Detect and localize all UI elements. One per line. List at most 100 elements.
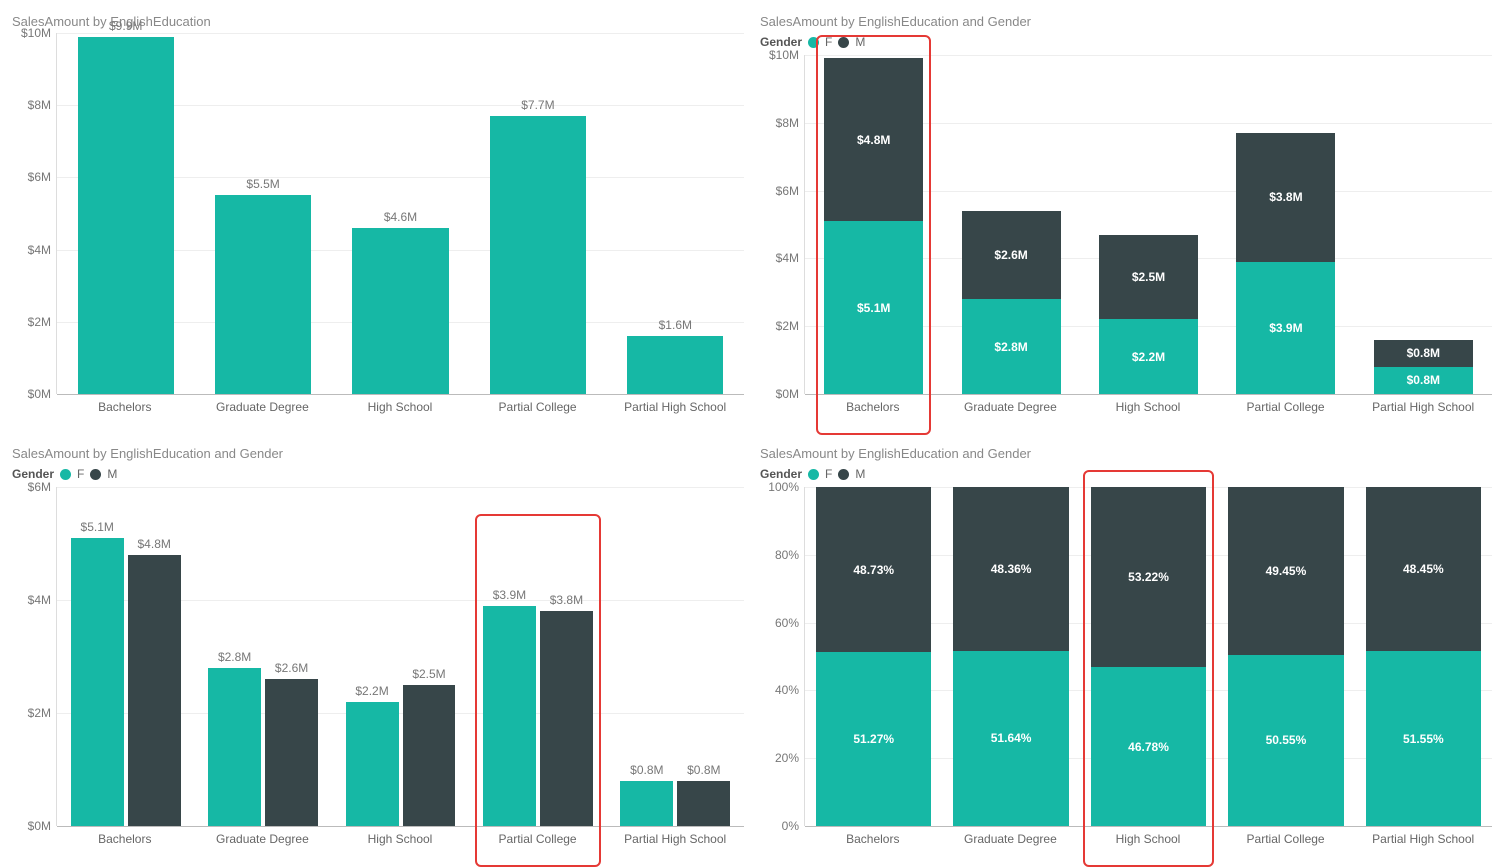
segment-m[interactable]: 49.45% <box>1228 487 1343 655</box>
segment-f[interactable]: 51.64% <box>953 651 1068 826</box>
chart-sales-by-education-gender-grouped[interactable]: SalesAmount by EnglishEducation and Gend… <box>8 440 744 860</box>
y-tick-label: $4M <box>776 251 805 265</box>
x-axis: BachelorsGraduate DegreeHigh SchoolParti… <box>56 826 744 860</box>
chart-sales-by-education-gender-stacked[interactable]: SalesAmount by EnglishEducation and Gend… <box>756 8 1492 428</box>
legend-swatch-f <box>808 469 819 480</box>
x-axis: BachelorsGraduate DegreeHigh SchoolParti… <box>804 826 1492 860</box>
chart-sales-by-education[interactable]: SalesAmount by EnglishEducation $0M$2M$4… <box>8 8 744 428</box>
bar-m[interactable]: $3.8M <box>540 611 593 826</box>
bar-m[interactable]: $2.5M <box>403 685 456 826</box>
y-tick-label: $0M <box>28 819 57 833</box>
segment-m[interactable]: $4.8M <box>824 58 923 221</box>
bar-f[interactable]: $2.8M <box>208 668 261 826</box>
segment-f[interactable]: $2.8M <box>962 299 1061 394</box>
y-tick-label: $6M <box>776 184 805 198</box>
y-tick-label: $2M <box>28 706 57 720</box>
bar-f[interactable]: $3.9M <box>483 606 536 826</box>
segment-f[interactable]: $3.9M <box>1236 262 1335 394</box>
segment-f[interactable]: $5.1M <box>824 221 923 394</box>
bar-group: $3.9M$3.8M <box>483 487 593 826</box>
segment-label: 48.36% <box>991 562 1032 576</box>
bar-f[interactable]: $0.8M <box>620 781 673 826</box>
segment-m[interactable]: $2.6M <box>962 211 1061 299</box>
chart-sales-by-education-gender-100pct[interactable]: SalesAmount by EnglishEducation and Gend… <box>756 440 1492 860</box>
x-axis: BachelorsGraduate DegreeHigh SchoolParti… <box>804 394 1492 428</box>
segment-label: $0.8M <box>1407 373 1440 387</box>
legend-title: Gender <box>760 467 802 481</box>
segment-m[interactable]: 48.45% <box>1366 487 1481 651</box>
x-tick-label: Partial College <box>1217 826 1355 860</box>
bar[interactable]: $4.6M <box>352 228 448 394</box>
segment-m[interactable]: $2.5M <box>1099 235 1198 320</box>
bar[interactable]: $5.5M <box>215 195 311 394</box>
bar-slot: 48.36% 51.64% <box>942 487 1079 826</box>
bar-m[interactable]: $0.8M <box>677 781 730 826</box>
bar-slot: $0.8M$0.8M <box>607 487 744 826</box>
stacked-bar[interactable]: $4.8M$5.1M <box>824 58 923 394</box>
chart-title: SalesAmount by EnglishEducation and Gend… <box>12 446 744 461</box>
x-tick-label: Bachelors <box>56 826 194 860</box>
stacked-bar-100[interactable]: 48.73% 51.27% <box>816 487 931 826</box>
bar-slot: $3.9M$3.8M <box>469 487 606 826</box>
segment-label: 49.45% <box>1266 564 1307 578</box>
segment-label: 51.64% <box>991 731 1032 745</box>
bar-slot: $4.6M <box>332 33 469 394</box>
stacked-bar-100[interactable]: 48.36% 51.64% <box>953 487 1068 826</box>
segment-f[interactable]: 51.27% <box>816 652 931 826</box>
bar-f[interactable]: $5.1M <box>71 538 124 826</box>
bar-value-label: $5.5M <box>246 177 279 195</box>
bar-group: $5.1M$4.8M <box>71 487 181 826</box>
stacked-bar[interactable]: $0.8M $0.8M <box>1374 340 1473 394</box>
segment-m[interactable]: 48.36% <box>953 487 1068 651</box>
segment-m[interactable]: $3.8M <box>1236 133 1335 262</box>
y-tick-label: $8M <box>28 98 57 112</box>
y-tick-label: 40% <box>775 683 805 697</box>
bar-m[interactable]: $2.6M <box>265 679 318 826</box>
bar-value-label: $3.9M <box>493 588 526 606</box>
bar-value-label: $7.7M <box>521 98 554 116</box>
y-tick-label: $10M <box>769 48 805 62</box>
bar-value-label: $2.2M <box>355 684 388 702</box>
stacked-bar-100[interactable]: 48.45% 51.55% <box>1366 487 1481 826</box>
segment-label: 51.55% <box>1403 732 1444 746</box>
bar-value-label: $5.1M <box>81 520 114 538</box>
x-tick-label: Partial College <box>469 394 607 428</box>
stacked-bar-100[interactable]: 49.45% 50.55% <box>1228 487 1343 826</box>
segment-m[interactable]: 53.22% <box>1091 487 1206 667</box>
y-tick-label: $6M <box>28 170 57 184</box>
bar[interactable]: $1.6M <box>627 336 723 394</box>
bar-m[interactable]: $4.8M <box>128 555 181 826</box>
plot-area: $0M$2M$4M$6M$5.1M$4.8M$2.8M$2.6M$2.2M$2.… <box>56 487 744 826</box>
bar-f[interactable]: $2.2M <box>346 702 399 826</box>
stacked-bar[interactable]: $2.6M$2.8M <box>962 211 1061 394</box>
segment-f[interactable]: 46.78% <box>1091 667 1206 826</box>
bar-slot: $2.2M$2.5M <box>332 487 469 826</box>
segment-label: $3.9M <box>1269 321 1302 335</box>
segment-m[interactable]: 48.73% <box>816 487 931 652</box>
bar[interactable]: $7.7M <box>490 116 586 394</box>
x-tick-label: Partial High School <box>1354 394 1492 428</box>
bar-group: $2.8M$2.6M <box>208 487 318 826</box>
bar-slot: $2.8M$2.6M <box>194 487 331 826</box>
y-tick-label: $2M <box>28 315 57 329</box>
bar-group: $2.2M$2.5M <box>346 487 456 826</box>
bar-slot: 48.45% 51.55% <box>1355 487 1492 826</box>
x-tick-label: Graduate Degree <box>942 826 1080 860</box>
bar-value-label: $2.5M <box>412 667 445 685</box>
segment-f[interactable]: 51.55% <box>1366 651 1481 826</box>
x-tick-label: Partial High School <box>606 826 744 860</box>
segment-label: 48.73% <box>853 563 894 577</box>
stacked-bar[interactable]: $3.8M $3.9M <box>1236 133 1335 394</box>
y-tick-label: $4M <box>28 243 57 257</box>
segment-f[interactable]: $2.2M <box>1099 319 1198 394</box>
legend-swatch-m <box>838 37 849 48</box>
stacked-bar-100[interactable]: 53.22% 46.78% <box>1091 487 1206 826</box>
segment-label: 53.22% <box>1128 570 1169 584</box>
segment-f[interactable]: 50.55% <box>1228 655 1343 826</box>
segment-f[interactable]: $0.8M <box>1374 367 1473 394</box>
segment-m[interactable]: $0.8M <box>1374 340 1473 367</box>
y-tick-label: 80% <box>775 548 805 562</box>
stacked-bar[interactable]: $2.5M$2.2M <box>1099 235 1198 394</box>
x-tick-label: Partial High School <box>606 394 744 428</box>
bar[interactable]: $9.9M <box>78 37 174 394</box>
